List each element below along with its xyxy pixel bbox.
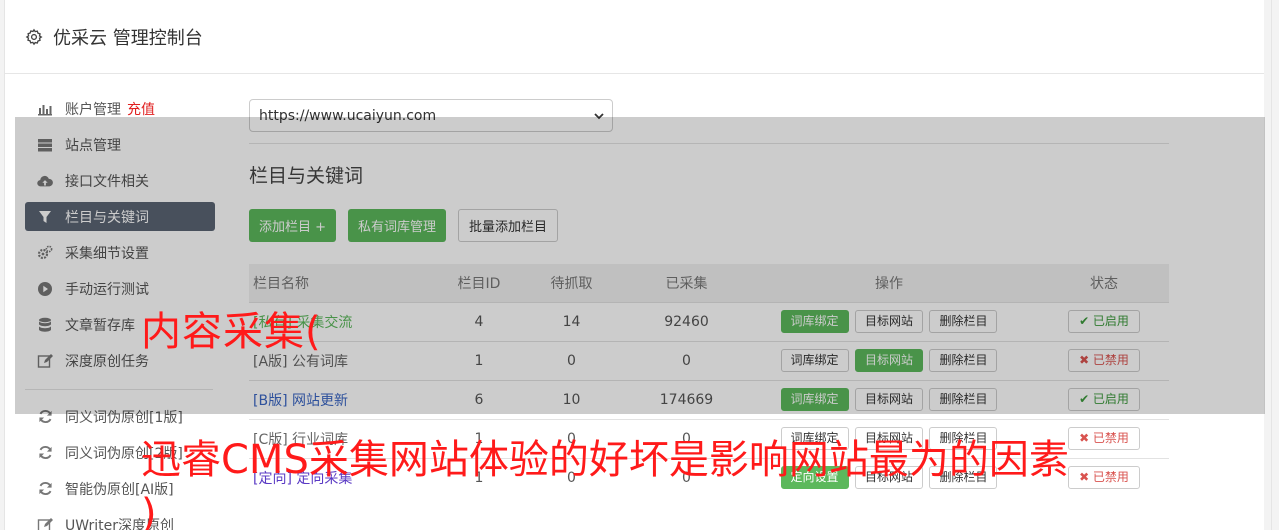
sidebar-item-label: UWriter深度原创 xyxy=(65,517,174,530)
delete-column-button[interactable]: 删除栏目 xyxy=(929,310,998,333)
sidebar-item-label: 账户管理 xyxy=(65,101,121,118)
database-icon xyxy=(37,317,53,333)
site-select[interactable]: https://www.ucaiyun.com xyxy=(249,99,613,132)
collected-count: 0 xyxy=(634,340,739,380)
app-title: 优采云 管理控制台 xyxy=(53,27,203,49)
refresh-icon xyxy=(37,409,53,425)
status-cell: ✔ 已启用 xyxy=(1039,301,1169,341)
sidebar-item-synonym-v1[interactable]: 同义词伪原创[1版] xyxy=(25,402,215,431)
pending-count[interactable]: 10 xyxy=(509,379,634,419)
target-site-button[interactable]: 目标网站 xyxy=(854,388,923,411)
watermark-line-2: 迅睿CMS采集网站体验的好坏是影响网站最为的因素 xyxy=(141,437,1069,483)
status-cell: ✔ 已启用 xyxy=(1039,379,1169,419)
delete-column-button[interactable]: 删除栏目 xyxy=(929,349,998,372)
edit-icon xyxy=(37,353,53,369)
sidebar-item-label: 手动运行测试 xyxy=(65,281,149,298)
column-name: 公有词库 xyxy=(291,353,348,370)
batch-add-button[interactable]: 批量添加栏目 xyxy=(458,209,559,242)
bind-lexicon-button[interactable]: 词库绑定 xyxy=(780,349,849,372)
watermark-line-1: 内容采集( xyxy=(141,309,322,355)
scrollbar[interactable] xyxy=(1264,0,1271,530)
col-header-status: 状态 xyxy=(1039,264,1169,302)
sidebar-item-label: 同义词伪原创[1版] xyxy=(65,409,183,426)
pending-count[interactable]: 14 xyxy=(509,301,634,341)
column-tag: [B版] xyxy=(253,392,288,409)
filter-icon xyxy=(37,209,53,225)
sidebar-item-label: 深度原创任务 xyxy=(65,353,149,370)
sidebar-item-manual-run[interactable]: 手动运行测试 xyxy=(25,274,215,303)
site-select-value: https://www.ucaiyun.com xyxy=(259,107,437,124)
table-row: [私有] 采集交流 4 14 92460 词库绑定 目标网站 删除栏目 ✔ 已启… xyxy=(249,301,1169,341)
gear-icon xyxy=(25,28,43,45)
sidebar-item-label: 接口文件相关 xyxy=(65,173,149,190)
sidebar-divider xyxy=(25,389,213,390)
delete-column-button[interactable]: 删除栏目 xyxy=(929,388,998,411)
bind-lexicon-button[interactable]: 词库绑定 xyxy=(780,388,849,411)
bar-chart-icon xyxy=(37,101,53,117)
column-name: 网站更新 xyxy=(291,392,348,409)
header: 优采云 管理控制台 xyxy=(5,0,1271,74)
col-header-name: 栏目名称 xyxy=(249,264,449,302)
column-name-cell[interactable]: [B版] 网站更新 xyxy=(249,379,449,419)
column-tag: [A版] xyxy=(253,353,288,370)
target-site-button[interactable]: 目标网站 xyxy=(854,349,923,372)
action-buttons: 添加栏目 + 私有词库管理 批量添加栏目 xyxy=(249,209,1169,242)
status-toggle[interactable]: ✔ 已启用 xyxy=(1068,388,1140,411)
sidebar-item-collect-settings[interactable]: 采集细节设置 xyxy=(25,238,215,267)
add-column-button[interactable]: 添加栏目 + xyxy=(249,209,337,242)
column-id: 1 xyxy=(449,340,509,380)
sidebar-item-label: 栏目与关键词 xyxy=(65,209,149,226)
collected-count: 174669 xyxy=(634,379,739,419)
watermark-line-3: ) xyxy=(141,491,157,530)
sidebar-item-interface[interactable]: 接口文件相关 xyxy=(25,166,215,195)
status-toggle[interactable]: ✖ 已禁用 xyxy=(1068,349,1140,372)
bind-lexicon-button[interactable]: 词库绑定 xyxy=(780,310,849,333)
status-toggle[interactable]: ✖ 已禁用 xyxy=(1068,466,1140,490)
edit-icon xyxy=(37,517,53,530)
sidebar-item-uwriter[interactable]: UWriter深度原创 xyxy=(25,510,215,530)
col-header-actions: 操作 xyxy=(739,264,1039,302)
status-cell: ✖ 已禁用 xyxy=(1039,340,1169,380)
actions-cell: 词库绑定 目标网站 删除栏目 xyxy=(739,301,1039,341)
play-circle-icon xyxy=(37,281,53,297)
status-toggle[interactable]: ✖ 已禁用 xyxy=(1068,427,1140,450)
table-row: [A版] 公有词库 1 0 0 词库绑定 目标网站 删除栏目 ✖ 已禁用 xyxy=(249,340,1169,380)
actions-cell: 词库绑定 目标网站 删除栏目 xyxy=(739,379,1039,419)
sidebar-item-label: 站点管理 xyxy=(65,137,121,154)
col-header-pending: 待抓取 xyxy=(509,264,634,302)
private-lib-button[interactable]: 私有词库管理 xyxy=(348,209,447,242)
page-title: 栏目与关键词 xyxy=(249,165,364,187)
sidebar-item-label: 采集细节设置 xyxy=(65,245,149,262)
pending-count[interactable]: 0 xyxy=(509,340,634,380)
column-id: 6 xyxy=(449,379,509,419)
recharge-link[interactable]: 充值 xyxy=(127,99,155,119)
actions-cell: 词库绑定 目标网站 删除栏目 xyxy=(739,340,1039,380)
server-icon xyxy=(37,137,53,153)
column-id: 4 xyxy=(449,301,509,341)
sidebar-item-columns-keywords[interactable]: 栏目与关键词 xyxy=(25,202,215,231)
col-header-collected: 已采集 xyxy=(634,264,739,302)
divider xyxy=(249,143,1169,144)
status-toggle[interactable]: ✔ 已启用 xyxy=(1068,310,1140,333)
sidebar-item-label: 文章暂存库 xyxy=(65,317,135,334)
table-header-row: 栏目名称 栏目ID 待抓取 已采集 操作 状态 xyxy=(249,264,1169,302)
refresh-icon xyxy=(37,481,53,497)
chevron-down-icon xyxy=(594,112,604,119)
table-row: [B版] 网站更新 6 10 174669 词库绑定 目标网站 删除栏目 ✔ 已… xyxy=(249,379,1169,419)
refresh-icon xyxy=(37,445,53,461)
sidebar-item-account[interactable]: 账户管理 充值 xyxy=(25,94,215,123)
col-header-id: 栏目ID xyxy=(449,264,509,302)
gears-icon xyxy=(37,245,53,261)
sidebar-item-sites[interactable]: 站点管理 xyxy=(25,130,215,159)
cloud-upload-icon xyxy=(37,173,53,189)
target-site-button[interactable]: 目标网站 xyxy=(854,310,923,333)
collected-count: 92460 xyxy=(634,301,739,341)
